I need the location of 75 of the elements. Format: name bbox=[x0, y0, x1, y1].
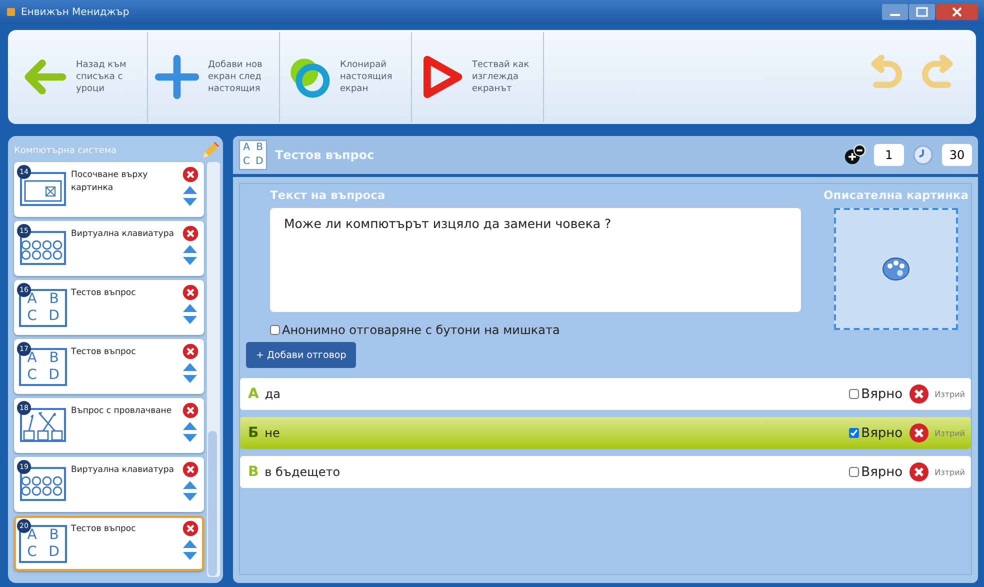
move-up-icon[interactable] bbox=[182, 539, 198, 549]
plus-icon bbox=[154, 54, 200, 100]
minimize-button[interactable] bbox=[882, 4, 908, 20]
answer-letter: Б bbox=[248, 425, 259, 441]
pencil-icon[interactable] bbox=[200, 141, 220, 161]
toolbar-button[interactable]: Клонирай настоящия екран bbox=[280, 32, 412, 122]
abcd-icon: A B C D bbox=[239, 140, 267, 170]
move-up-icon[interactable] bbox=[182, 421, 198, 431]
points-field[interactable]: 1 bbox=[874, 144, 904, 166]
delete-label[interactable]: Изтрий bbox=[934, 468, 965, 476]
screen-title: Въпрос с провлачване bbox=[71, 405, 173, 418]
answer-text: не bbox=[264, 426, 280, 440]
answer-row[interactable]: Б не Вярно Изтрий bbox=[240, 417, 971, 449]
lesson-title: Компютърна система bbox=[14, 146, 118, 156]
seconds-field[interactable]: 30 bbox=[942, 144, 972, 166]
correct-checkbox[interactable] bbox=[849, 467, 860, 477]
screen-title: Виртуална клавиатура bbox=[71, 228, 175, 241]
correct-checkbox[interactable] bbox=[849, 428, 860, 438]
anonymous-label: Анонимно отговаряне с бутони на мишката bbox=[282, 323, 560, 337]
delete-icon[interactable] bbox=[182, 166, 198, 183]
close-button[interactable] bbox=[936, 4, 978, 20]
delete-icon[interactable] bbox=[182, 520, 198, 537]
move-up-icon[interactable] bbox=[182, 362, 198, 372]
screen-title: Тестов въпрос bbox=[71, 523, 137, 536]
plus-minus-icon bbox=[844, 144, 866, 166]
palette-icon bbox=[881, 256, 911, 282]
move-down-icon[interactable] bbox=[182, 197, 198, 207]
scrollbar[interactable] bbox=[207, 162, 220, 577]
answer-text: в бъдещето bbox=[264, 465, 340, 479]
picture-label: Описателна картинка bbox=[824, 188, 968, 204]
question-text-label: Текст на въпроса bbox=[270, 188, 386, 204]
answer-row[interactable]: А да Вярно Изтрий bbox=[240, 378, 971, 410]
move-up-icon[interactable] bbox=[182, 480, 198, 490]
answer-row[interactable]: В в бъдещето Вярно Изтрий bbox=[240, 456, 971, 488]
answer-letter: А bbox=[248, 386, 259, 402]
add-answer-button[interactable]: + Добави отговор bbox=[246, 342, 356, 368]
delete-icon[interactable] bbox=[182, 402, 198, 419]
delete-icon[interactable] bbox=[182, 284, 198, 301]
move-down-icon[interactable] bbox=[182, 374, 198, 384]
answer-letter: В bbox=[248, 464, 259, 480]
picture-drop-area[interactable] bbox=[834, 208, 958, 330]
correct-checkbox[interactable] bbox=[849, 389, 860, 399]
delete-icon[interactable] bbox=[908, 423, 929, 443]
screen-title: Посочване върху картинка bbox=[71, 169, 149, 195]
anonymous-checkbox[interactable] bbox=[270, 325, 280, 335]
maximize-button[interactable] bbox=[909, 4, 935, 20]
delete-icon[interactable] bbox=[908, 384, 929, 404]
window-title: Енвижън Мениджър bbox=[21, 6, 130, 18]
move-up-icon[interactable] bbox=[182, 185, 198, 195]
move-down-icon[interactable] bbox=[182, 256, 198, 266]
timer-icon bbox=[912, 144, 934, 166]
screen-title: Тестов въпрос bbox=[71, 346, 137, 359]
delete-icon[interactable] bbox=[908, 462, 929, 482]
app-icon bbox=[6, 7, 16, 17]
delete-icon[interactable] bbox=[182, 461, 198, 478]
move-down-icon[interactable] bbox=[182, 433, 198, 443]
move-down-icon[interactable] bbox=[182, 551, 198, 561]
correct-label: Вярно bbox=[861, 426, 903, 440]
move-down-icon[interactable] bbox=[182, 492, 198, 502]
screen-title: Виртуална клавиатура bbox=[71, 464, 175, 477]
screen-type-title: Тестов въпрос bbox=[275, 148, 374, 162]
delete-icon[interactable] bbox=[182, 225, 198, 242]
move-up-icon[interactable] bbox=[182, 244, 198, 254]
question-text-field[interactable]: Може ли компютърът изцяло да замени човека ? bbox=[270, 208, 801, 312]
toolbar-button[interactable]: Тествай как изглежда екранът bbox=[412, 32, 544, 122]
move-up-icon[interactable] bbox=[182, 303, 198, 313]
delete-label[interactable]: Изтрий bbox=[934, 390, 965, 398]
move-down-icon[interactable] bbox=[182, 315, 198, 325]
answer-text: да bbox=[264, 387, 280, 401]
toolbar-button[interactable]: Назад към списъка с уроци bbox=[16, 32, 148, 122]
correct-label: Вярно bbox=[861, 386, 903, 402]
screen-title: Тестов въпрос bbox=[71, 287, 137, 300]
delete-icon[interactable] bbox=[182, 343, 198, 360]
toolbar-button[interactable]: Добави нов екран след настоящия bbox=[148, 32, 280, 122]
correct-label: Вярно bbox=[861, 464, 903, 480]
